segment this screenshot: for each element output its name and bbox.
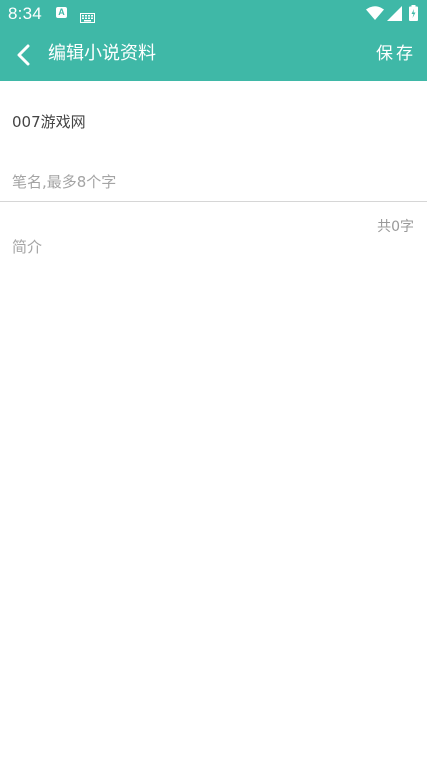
keyboard-icon bbox=[80, 8, 95, 27]
intro-textarea[interactable] bbox=[0, 232, 427, 732]
back-button[interactable] bbox=[8, 29, 42, 81]
app-bar: 编辑小说资料 保存 bbox=[0, 29, 427, 81]
status-time: 8:34 bbox=[8, 4, 42, 23]
a-notification-glyph: A bbox=[58, 7, 65, 17]
chevron-left-icon bbox=[17, 44, 30, 66]
signal-icon bbox=[387, 6, 402, 25]
site-name: 007游戏网 bbox=[12, 113, 86, 131]
a-notification-icon: A bbox=[56, 7, 67, 18]
wifi-icon bbox=[366, 6, 384, 25]
save-button[interactable]: 保存 bbox=[376, 42, 416, 66]
status-bar: 8:34 A bbox=[0, 0, 427, 29]
battery-icon bbox=[409, 5, 418, 25]
page-title: 编辑小说资料 bbox=[48, 43, 156, 64]
pen-name-input[interactable] bbox=[0, 162, 427, 202]
